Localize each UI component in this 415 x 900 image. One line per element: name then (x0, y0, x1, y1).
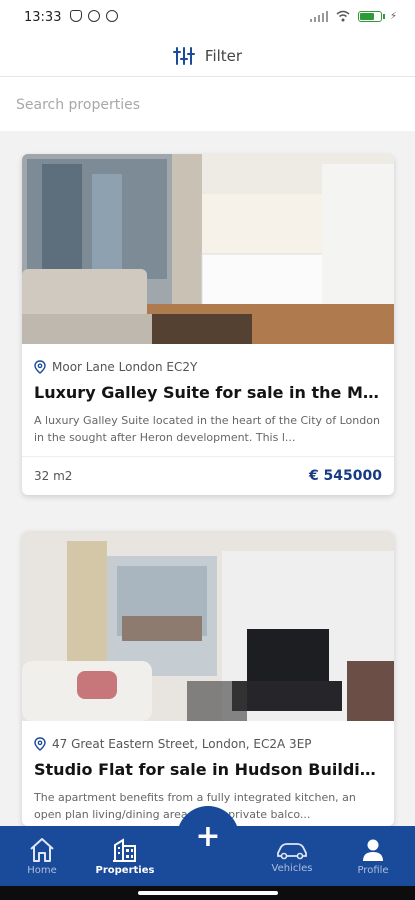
sliders-icon (172, 47, 195, 65)
plus-icon: + (195, 819, 221, 854)
location-pin-icon (34, 737, 46, 751)
nav-label: Profile (357, 864, 389, 876)
property-photo[interactable] (22, 154, 394, 344)
property-title: Luxury Galley Suite for sale in the Moor… (34, 383, 382, 402)
property-photo[interactable] (22, 531, 394, 721)
signal-icon (309, 10, 328, 22)
nav-item-properties[interactable]: Properties (85, 826, 165, 886)
home-icon (30, 837, 54, 862)
building-icon (113, 837, 136, 862)
property-description: A luxury Galley Suite located in the hea… (34, 414, 380, 444)
nav-label: Home (27, 864, 57, 876)
home-indicator[interactable] (138, 891, 278, 895)
property-location: 47 Great Eastern Street, London, EC2A 3E… (52, 737, 312, 751)
location-pin-icon (34, 360, 46, 374)
property-title: Studio Flat for sale in Hudson Building,… (34, 760, 382, 779)
battery-icon (357, 10, 385, 22)
add-property-button[interactable]: + (177, 806, 239, 868)
search-bar (0, 77, 415, 131)
gesture-bar (0, 886, 415, 900)
car-icon (277, 842, 307, 859)
nav-item-home[interactable]: Home (2, 826, 82, 886)
search-input[interactable] (16, 93, 396, 117)
app-notification-icon (106, 10, 118, 22)
nav-item-profile[interactable]: Profile (333, 826, 413, 886)
property-card[interactable]: Moor Lane London EC2Y Luxury Galley Suit… (22, 154, 394, 495)
filter-button[interactable]: Filter (0, 36, 415, 77)
status-time: 13:33 (24, 10, 62, 25)
nav-label: Properties (95, 864, 155, 876)
filter-label: Filter (204, 47, 243, 65)
nav-label: Vehicles (271, 862, 313, 874)
charging-icon: ⚡ (389, 10, 397, 22)
property-location: Moor Lane London EC2Y (52, 360, 198, 374)
property-price: € 545000 (308, 468, 382, 484)
app-notification-icon (88, 10, 100, 22)
status-system-icons: ⚡ (309, 10, 397, 22)
nav-item-vehicles[interactable]: Vehicles (252, 826, 332, 886)
notifications-off-icon (70, 10, 82, 22)
status-notification-icons (70, 10, 118, 22)
property-area: 32 m2 (34, 469, 73, 483)
property-footer: 32 m2 € 545000 (22, 456, 394, 495)
person-icon (363, 839, 383, 861)
wifi-icon (336, 10, 350, 22)
status-bar: 13:33 ⚡ (0, 0, 415, 36)
property-card[interactable]: 47 Great Eastern Street, London, EC2A 3E… (22, 531, 394, 826)
